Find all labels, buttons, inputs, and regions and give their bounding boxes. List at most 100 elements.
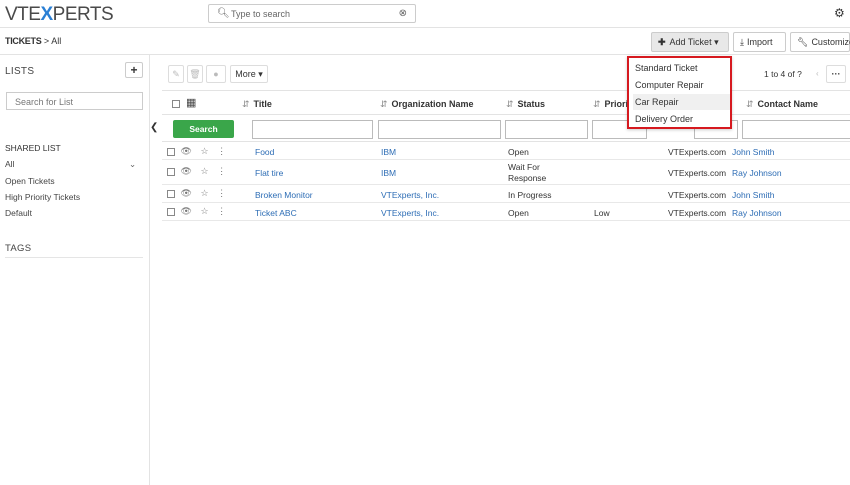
col-title[interactable]: ⇵ Title bbox=[242, 99, 272, 110]
cell-priority: Low bbox=[594, 208, 610, 218]
star-icon[interactable]: ☆ bbox=[200, 166, 211, 176]
cell-org[interactable]: IBM bbox=[381, 168, 396, 178]
cell-status-line2: Response bbox=[508, 173, 547, 183]
menu-item-delivery-order[interactable]: Delivery Order bbox=[633, 111, 730, 127]
kebab-menu-icon[interactable]: ⋮ bbox=[217, 206, 229, 216]
eye-icon[interactable]: 👁︎ bbox=[181, 166, 195, 176]
global-search-input[interactable]: 🔍︎ Type to search ⊗ bbox=[208, 4, 416, 23]
more-label: More bbox=[235, 69, 256, 79]
star-icon[interactable]: ☆ bbox=[200, 146, 211, 156]
cell-title[interactable]: Food bbox=[255, 147, 274, 157]
row-checkbox[interactable] bbox=[167, 189, 175, 198]
star-icon[interactable]: ☆ bbox=[200, 188, 211, 198]
sidebar-item-all[interactable]: All bbox=[5, 159, 14, 169]
menu-item-computer-repair[interactable]: Computer Repair bbox=[633, 77, 730, 93]
cell-website: VTExperts.com bbox=[668, 168, 727, 178]
more-options-icon[interactable]: ··· bbox=[826, 65, 846, 83]
row-actions: 👁︎ ☆ ⋮ bbox=[167, 166, 229, 177]
chevron-down-icon[interactable]: ⌄ bbox=[129, 159, 136, 170]
logo[interactable]: VTEXPERTS bbox=[5, 4, 114, 26]
upload-icon: ⤓ bbox=[740, 37, 744, 47]
plus-icon: ✚ bbox=[658, 37, 666, 47]
cell-title[interactable]: Ticket ABC bbox=[255, 208, 297, 218]
cell-org[interactable]: IBM bbox=[381, 147, 396, 157]
select-all-checkbox[interactable] bbox=[172, 98, 180, 108]
more-button[interactable]: More ▾ bbox=[230, 65, 268, 83]
list-search-input[interactable]: Search for List bbox=[6, 92, 143, 110]
cell-contact[interactable]: Ray Johnson bbox=[732, 168, 782, 178]
cell-status: In Progress bbox=[508, 190, 552, 200]
col-status-label: Status bbox=[517, 99, 546, 109]
add-ticket-button[interactable]: ✚ Add Ticket ▾ bbox=[651, 32, 729, 52]
table-row[interactable]: 👁︎ ☆ ⋮ Food IBM Open VTExperts.com John … bbox=[162, 143, 850, 160]
col-contact[interactable]: ⇵ Contact Name bbox=[746, 99, 818, 110]
kebab-menu-icon[interactable]: ⋮ bbox=[217, 146, 229, 156]
search-button[interactable]: Search bbox=[173, 120, 234, 138]
table-row[interactable]: 👁︎ ☆ ⋮ Flat tire IBM Wait For Response VT… bbox=[162, 160, 850, 185]
top-bar: VTEXPERTS 🔍︎ Type to search ⊗ ⚙ bbox=[0, 0, 850, 28]
clear-search-icon[interactable]: ⊗ bbox=[399, 8, 407, 19]
breadcrumb-module[interactable]: TICKETS bbox=[5, 36, 42, 46]
sidebar-item-open-tickets[interactable]: Open Tickets bbox=[5, 176, 55, 186]
cell-contact[interactable]: Ray Johnson bbox=[732, 208, 782, 218]
cell-status: Wait For Response bbox=[508, 162, 546, 184]
cell-contact[interactable]: John Smith bbox=[732, 190, 775, 200]
col-organization-label: Organization Name bbox=[391, 99, 474, 109]
sidebar-item-high-priority-tickets[interactable]: High Priority Tickets bbox=[5, 192, 80, 202]
sidebar bbox=[0, 55, 150, 485]
cell-website: VTExperts.com bbox=[668, 190, 727, 200]
cell-status: Open bbox=[508, 208, 529, 218]
star-icon[interactable]: ☆ bbox=[200, 206, 211, 216]
shared-list-title: SHARED LIST bbox=[5, 143, 61, 153]
cell-title[interactable]: Flat tire bbox=[255, 168, 283, 178]
collapse-sidebar-icon[interactable]: ❮ bbox=[150, 122, 160, 133]
menu-item-standard-ticket[interactable]: Standard Ticket bbox=[633, 60, 730, 76]
row-checkbox[interactable] bbox=[167, 167, 175, 176]
logo-right: PERTS bbox=[52, 4, 114, 25]
cell-website: VTExperts.com bbox=[668, 208, 727, 218]
prev-page-icon[interactable]: ‹ bbox=[816, 69, 819, 78]
search-placeholder: Type to search bbox=[231, 9, 291, 19]
col-contact-label: Contact Name bbox=[757, 99, 819, 109]
filter-status-input[interactable] bbox=[505, 120, 588, 139]
eye-icon[interactable]: 👁︎ bbox=[181, 188, 195, 198]
table-row[interactable]: 👁︎ ☆ ⋮ Broken Monitor VTExperts, Inc. In… bbox=[162, 185, 850, 203]
import-button[interactable]: ⤓ Import bbox=[733, 32, 786, 52]
eye-icon[interactable]: 👁︎ bbox=[181, 146, 195, 156]
cell-org[interactable]: VTExperts, Inc. bbox=[381, 190, 439, 200]
sidebar-item-default[interactable]: Default bbox=[5, 208, 32, 218]
cell-contact[interactable]: John Smith bbox=[732, 147, 775, 157]
cell-status: Open bbox=[508, 147, 529, 157]
add-list-button[interactable]: + bbox=[125, 62, 143, 78]
col-status[interactable]: ⇵ Status bbox=[506, 99, 545, 110]
filter-contact-input[interactable] bbox=[742, 120, 850, 139]
table-header: ▦ ⇵ Title ⇵ Organization Name ⇵ Status ⇵ Pri… bbox=[162, 90, 850, 115]
add-ticket-dropdown: Standard Ticket Computer Repair Car Repa… bbox=[627, 56, 732, 129]
logo-left: VTE bbox=[5, 4, 41, 25]
filter-organization-input[interactable] bbox=[378, 120, 501, 139]
eye-icon[interactable]: 👁︎ bbox=[181, 206, 195, 216]
row-checkbox[interactable] bbox=[167, 207, 175, 216]
col-title-label: Title bbox=[253, 99, 272, 109]
delete-icon[interactable]: 🗑︎ bbox=[187, 65, 203, 83]
col-priority[interactable]: ⇵ Priorit bbox=[593, 99, 631, 110]
comment-icon[interactable]: ● bbox=[206, 65, 226, 83]
cell-org[interactable]: VTExperts, Inc. bbox=[381, 208, 439, 218]
kebab-menu-icon[interactable]: ⋮ bbox=[217, 166, 229, 176]
wrench-icon: 🔧︎ bbox=[797, 37, 809, 47]
cell-title[interactable]: Broken Monitor bbox=[255, 190, 313, 200]
customize-label: Customize bbox=[811, 37, 850, 47]
add-ticket-label: Add Ticket bbox=[669, 37, 712, 47]
grid-icon[interactable]: ▦ bbox=[186, 96, 196, 109]
row-checkbox[interactable] bbox=[167, 147, 175, 156]
filter-title-input[interactable] bbox=[252, 120, 373, 139]
customize-button[interactable]: 🔧︎ Customize bbox=[790, 32, 850, 52]
settings-icon[interactable]: ⚙ bbox=[834, 6, 845, 20]
col-organization[interactable]: ⇵ Organization Name bbox=[380, 99, 474, 110]
kebab-menu-icon[interactable]: ⋮ bbox=[217, 188, 229, 198]
breadcrumb-separator: > bbox=[43, 36, 50, 46]
table-row[interactable]: 👁︎ ☆ ⋮ Ticket ABC VTExperts, Inc. Open L… bbox=[162, 203, 850, 221]
edit-icon[interactable]: ✎ bbox=[168, 65, 184, 83]
menu-item-car-repair[interactable]: Car Repair bbox=[633, 94, 730, 110]
sub-bar: TICKETS > All ✚ Add Ticket ▾ ⤓ Import 🔧︎ Cu… bbox=[0, 28, 850, 55]
